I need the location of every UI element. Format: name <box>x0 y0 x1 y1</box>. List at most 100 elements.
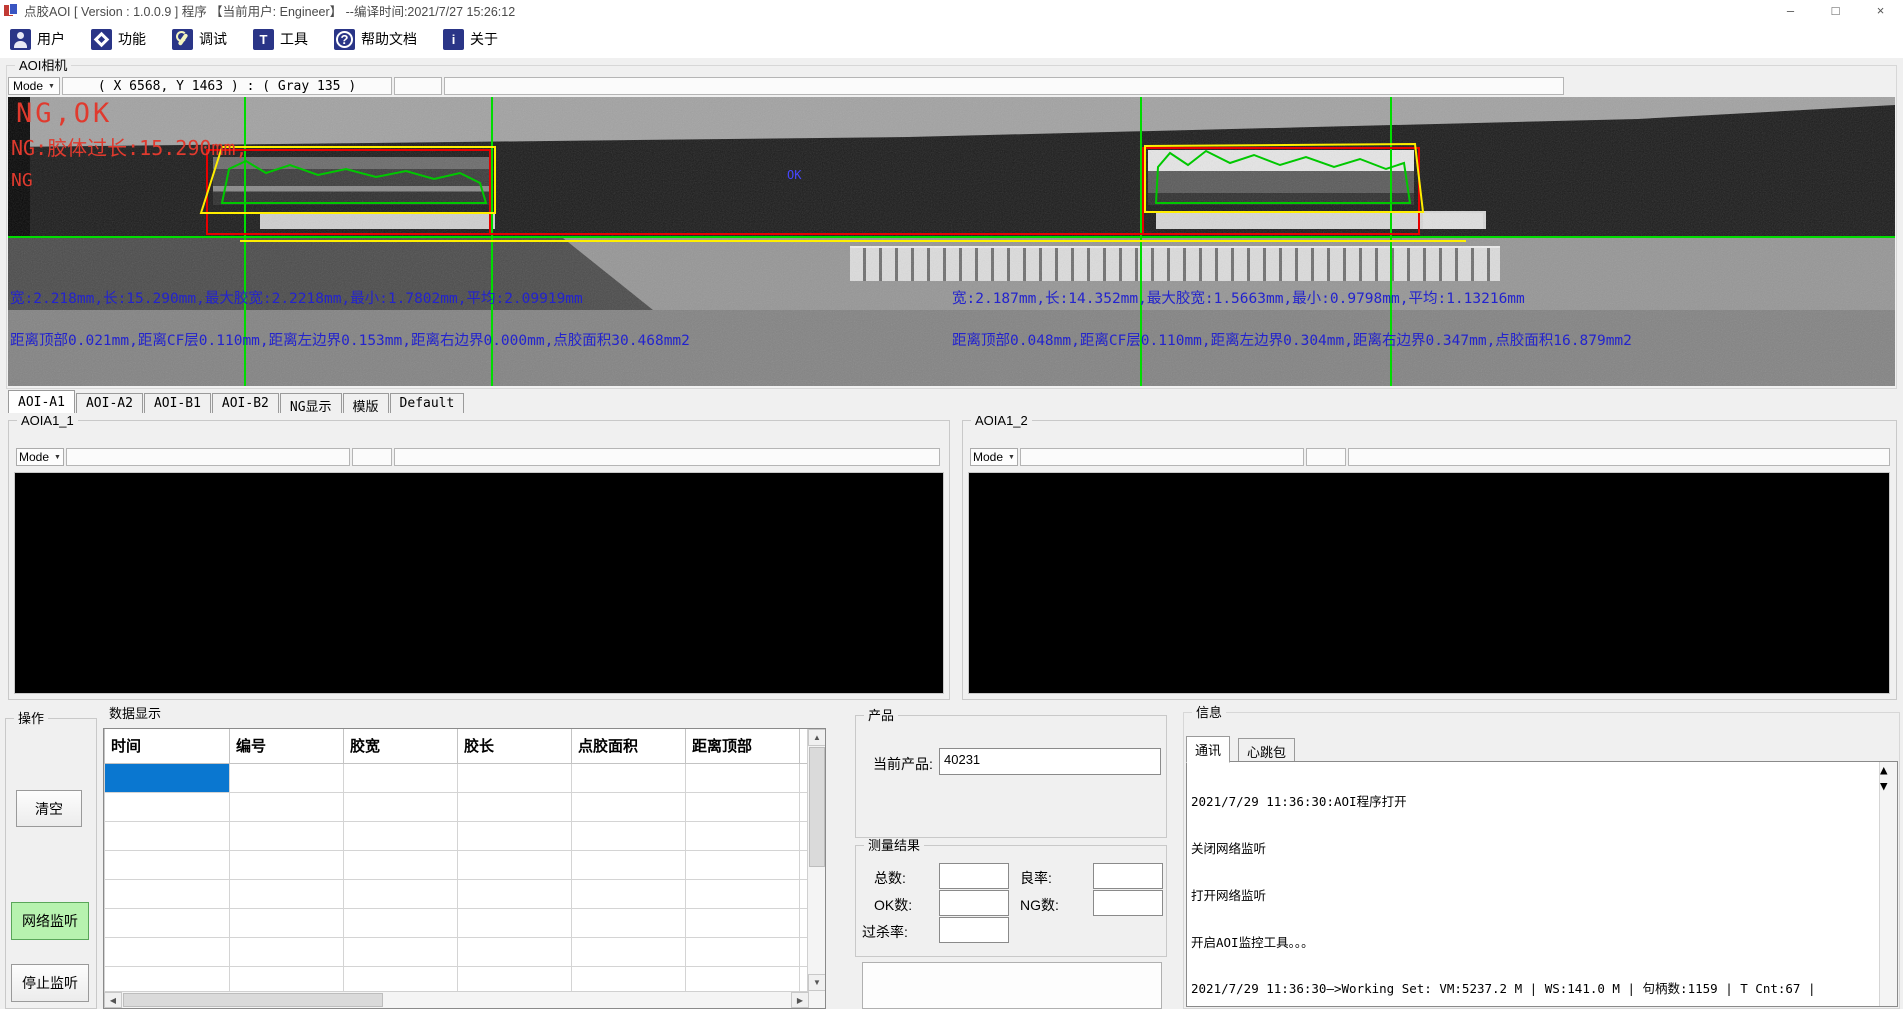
scroll-up-icon[interactable]: ▲ <box>808 729 826 746</box>
tab-ng-display[interactable]: NG显示 <box>280 393 342 413</box>
table-row[interactable] <box>105 879 809 908</box>
log-vertical-scrollbar[interactable]: ▲ ▼ <box>1879 762 1897 1006</box>
table-header-row: 时间 编号 胶宽 胶长 点胶面积 距离顶部 <box>105 729 809 763</box>
menu-tools[interactable]: T 工具 <box>253 29 308 50</box>
scroll-up-icon[interactable]: ▲ <box>1880 762 1888 777</box>
product-group-label: 产品 <box>864 708 898 723</box>
tab-aoi-b2[interactable]: AOI-B2 <box>212 393 279 413</box>
gear-icon <box>91 29 112 50</box>
info-group: 信息 通讯 心跳包 2021/7/29 11:36:30:AOI程序打开 关闭网… <box>1183 712 1900 1009</box>
tab-aoi-a2[interactable]: AOI-A2 <box>76 393 143 413</box>
wrench-icon <box>172 29 193 50</box>
camera-status-box <box>394 77 442 95</box>
col-distance-top[interactable]: 距离顶部 <box>686 729 800 763</box>
log-line: 2021/7/29 11:36:30:AOI程序打开 <box>1191 794 1873 810</box>
about-icon: i <box>443 29 464 50</box>
overkill-value <box>939 917 1009 943</box>
scroll-down-icon[interactable]: ▼ <box>808 974 826 991</box>
camera-message-box <box>444 77 1564 95</box>
aoia1-2-label: AOIA1_2 <box>971 413 1032 428</box>
scrollbar-thumb[interactable] <box>809 747 825 867</box>
tab-aoi-a1[interactable]: AOI-A1 <box>8 390 75 413</box>
menu-function-label: 功能 <box>118 29 146 49</box>
stop-listen-button[interactable]: 停止监听 <box>11 964 89 1002</box>
table-row[interactable] <box>105 850 809 879</box>
minimize-button[interactable]: – <box>1768 0 1813 20</box>
ok-count-value <box>939 890 1009 916</box>
data-display-table: 时间 编号 胶宽 胶长 点胶面积 距离顶部 <box>103 728 826 1009</box>
ng-reason-text: NG:胶体过长:15.290mm, <box>11 132 248 161</box>
tab-comms[interactable]: 通讯 <box>1186 736 1230 763</box>
overkill-label: 过杀率: <box>862 922 908 942</box>
scroll-right-icon[interactable]: ▶ <box>791 992 809 1008</box>
product-notes-panel <box>862 962 1162 1009</box>
menu-debug[interactable]: 调试 <box>172 29 227 50</box>
camera-mode-dropdown[interactable]: Mode▼ <box>8 77 60 95</box>
current-product-input[interactable]: 40231 <box>939 748 1161 775</box>
scrollbar-thumb[interactable] <box>123 993 383 1007</box>
glue-contour-right <box>1156 151 1410 203</box>
title-bar: 点胶AOI [ Version : 1.0.0.9 ] 程序 【当前用户: En… <box>0 0 1903 20</box>
comms-log[interactable]: 2021/7/29 11:36:30:AOI程序打开 关闭网络监听 打开网络监听… <box>1186 761 1898 1007</box>
right-measurement-line1: 宽:2.187mm,长:14.352mm,最大胶宽:1.5663mm,最小:0.… <box>952 287 1525 308</box>
aoia1-1-mode-label: Mode <box>19 450 49 464</box>
table-row[interactable] <box>105 908 809 937</box>
col-glue-length[interactable]: 胶长 <box>458 729 572 763</box>
table-row[interactable] <box>105 763 809 792</box>
window-title: 点胶AOI [ Version : 1.0.0.9 ] 程序 【当前用户: En… <box>24 1 515 20</box>
scroll-down-icon[interactable]: ▼ <box>1880 778 1888 793</box>
menu-help-label: 帮助文档 <box>361 29 417 49</box>
menu-about-label: 关于 <box>470 29 498 49</box>
network-listen-button[interactable]: 网络监听 <box>11 902 89 940</box>
menu-help[interactable]: ? 帮助文档 <box>334 29 417 50</box>
aoia1-1-mode-dropdown[interactable]: Mode▼ <box>16 448 64 466</box>
log-line: 关闭网络监听 <box>1191 841 1873 857</box>
ng-label-text: NG <box>11 170 33 191</box>
scroll-left-icon[interactable]: ◀ <box>104 992 122 1008</box>
table-row[interactable] <box>105 821 809 850</box>
yield-value <box>1093 863 1163 889</box>
camera-mode-label: Mode <box>13 79 43 93</box>
col-glue-width[interactable]: 胶宽 <box>344 729 458 763</box>
results-group: 测量结果 总数: 良率: OK数: NG数: 过杀率: <box>855 845 1167 957</box>
aoia1-2-mode-dropdown[interactable]: Mode▼ <box>970 448 1018 466</box>
tab-aoi-b1[interactable]: AOI-B1 <box>144 393 211 413</box>
table-horizontal-scrollbar[interactable]: ◀ ▶ <box>104 991 809 1008</box>
app-window: 点胶AOI [ Version : 1.0.0.9 ] 程序 【当前用户: En… <box>0 0 1903 1009</box>
tools-icon: T <box>253 29 274 50</box>
col-time[interactable]: 时间 <box>105 729 230 763</box>
aoia1-2-canvas[interactable] <box>968 472 1890 694</box>
camera-image[interactable]: NG,OK NG:胶体过长:15.290mm, NG OK 宽:2.218mm,… <box>8 97 1895 386</box>
help-icon: ? <box>334 29 355 50</box>
col-id[interactable]: 编号 <box>230 729 344 763</box>
user-icon <box>10 29 31 50</box>
selected-cell[interactable] <box>105 763 230 792</box>
total-label: 总数: <box>874 868 906 888</box>
table-vertical-scrollbar[interactable]: ▲ ▼ <box>807 729 825 1008</box>
close-button[interactable]: × <box>1858 0 1903 20</box>
roi-yellow-poly-right <box>1145 144 1423 212</box>
clear-button[interactable]: 清空 <box>16 790 82 827</box>
chevron-down-icon: ▼ <box>1008 454 1015 461</box>
tab-default[interactable]: Default <box>390 393 465 413</box>
data-display-label: 数据显示 <box>105 706 165 721</box>
view-tab-bar: AOI-A1 AOI-A2 AOI-B1 AOI-B2 NG显示 模版 Defa… <box>8 390 465 413</box>
menu-about[interactable]: i 关于 <box>443 29 498 50</box>
aoia1-1-canvas[interactable] <box>14 472 944 694</box>
log-line: 打开网络监听 <box>1191 888 1873 904</box>
roi-red-rect-right <box>1143 148 1419 234</box>
measurement-table: 时间 编号 胶宽 胶长 点胶面积 距离顶部 <box>104 729 809 996</box>
log-line: 开启AOI监控工具。。。 <box>1191 935 1873 951</box>
table-row[interactable] <box>105 937 809 966</box>
col-glue-area[interactable]: 点胶面积 <box>572 729 686 763</box>
operation-group-label: 操作 <box>14 711 48 726</box>
aoia1-1-readout-box <box>66 448 350 466</box>
menu-user[interactable]: 用户 <box>10 29 65 50</box>
product-group: 产品 当前产品: 40231 <box>855 715 1167 838</box>
table-row[interactable] <box>105 792 809 821</box>
camera-coordinate-readout: ( X 6568, Y 1463 ) : ( Gray 135 ) <box>62 77 392 95</box>
maximize-button[interactable]: □ <box>1813 0 1858 20</box>
menu-function[interactable]: 功能 <box>91 29 146 50</box>
aoia1-2-readout-box <box>1020 448 1304 466</box>
tab-template[interactable]: 模版 <box>343 393 389 413</box>
